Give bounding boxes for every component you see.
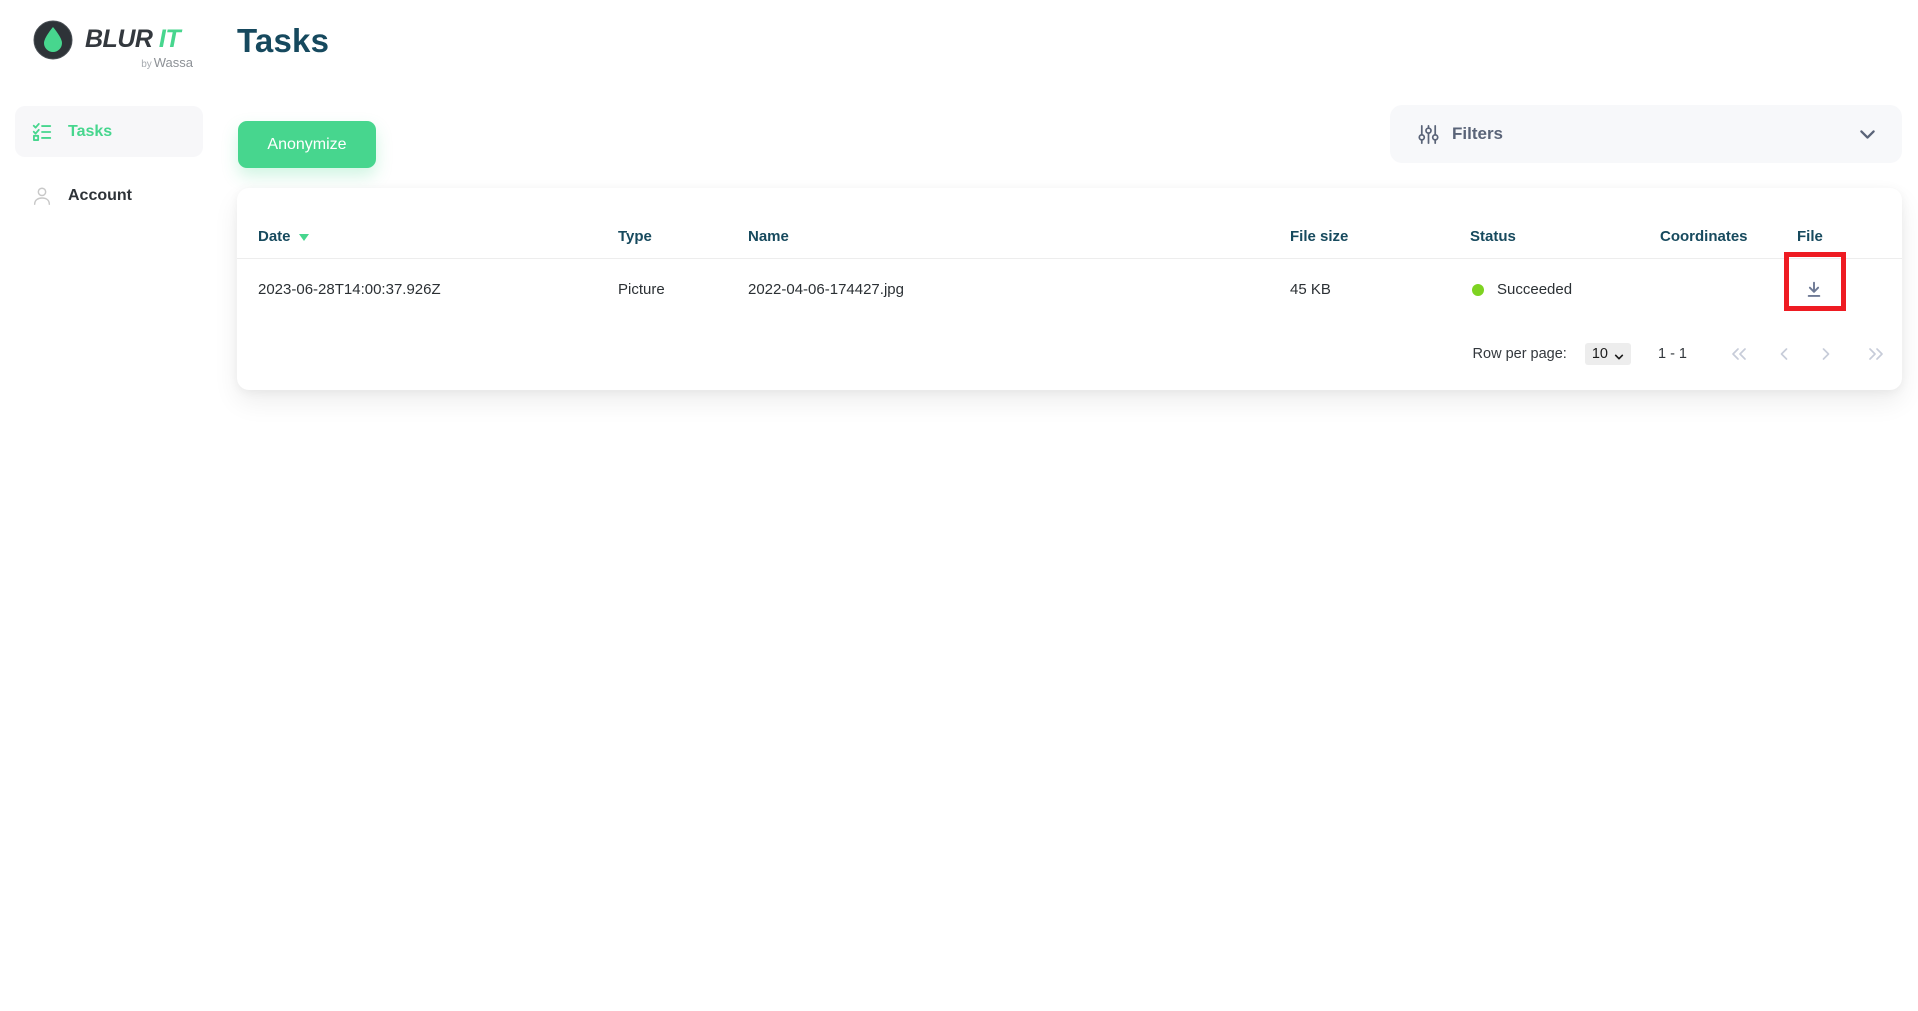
download-icon: [1803, 279, 1825, 301]
droplet-logo-icon: [33, 20, 73, 60]
sidebar-item-tasks[interactable]: Tasks: [15, 106, 203, 157]
rows-per-page-label: Row per page:: [1473, 346, 1567, 362]
sidebar-item-label: Account: [68, 187, 132, 205]
cell-file: [1797, 277, 1881, 303]
last-page-icon: [1866, 347, 1886, 361]
first-page-icon: [1729, 347, 1749, 361]
cell-name: 2022-04-06-174427.jpg: [748, 281, 1290, 298]
column-header-type: Type: [618, 228, 748, 245]
chevron-down-icon[interactable]: [1857, 124, 1878, 145]
filter-sliders-icon: [1417, 123, 1440, 146]
brand-byline: byWassa: [85, 55, 193, 70]
pagination-bar: Row per page: 10 1 - 1: [1473, 340, 1888, 368]
status-label: Succeeded: [1497, 281, 1572, 298]
table-header-row: Date Type Name File size Status Coordina…: [237, 188, 1902, 258]
cell-type: Picture: [618, 281, 748, 298]
first-page-button[interactable]: [1727, 346, 1751, 362]
rows-per-page-value: 10: [1592, 346, 1608, 362]
person-icon: [31, 185, 53, 207]
app-window: BLUR IT byWassa Tasks Tasks: [0, 0, 1918, 1011]
previous-page-icon: [1778, 347, 1790, 361]
column-header-file: File: [1797, 228, 1881, 245]
column-header-date[interactable]: Date: [258, 228, 618, 245]
brand-logo: BLUR IT byWassa: [33, 19, 203, 69]
column-header-status: Status: [1470, 228, 1660, 245]
status-dot-icon: [1472, 284, 1484, 296]
download-file-button[interactable]: [1801, 277, 1827, 303]
page-range-label: 1 - 1: [1658, 346, 1687, 362]
filters-label: Filters: [1452, 124, 1503, 144]
column-header-file-size: File size: [1290, 228, 1470, 245]
tasks-table-card: Date Type Name File size Status Coordina…: [237, 188, 1902, 390]
sidebar-item-account[interactable]: Account: [15, 170, 203, 221]
rows-per-page-select[interactable]: 10: [1585, 343, 1631, 365]
table-row: 2023-06-28T14:00:37.926Z Picture 2022-04…: [237, 258, 1902, 320]
last-page-button[interactable]: [1864, 346, 1888, 362]
filters-expander[interactable]: Filters: [1390, 105, 1902, 163]
checklist-icon: [31, 121, 53, 143]
column-header-name: Name: [748, 228, 1290, 245]
anonymize-button[interactable]: Anonymize: [238, 121, 376, 168]
brand-name-primary: BLUR: [85, 25, 152, 53]
next-page-button[interactable]: [1814, 346, 1838, 362]
sidebar-item-label: Tasks: [68, 123, 112, 141]
next-page-icon: [1820, 347, 1832, 361]
select-caret-icon: [1614, 349, 1624, 359]
cell-file-size: 45 KB: [1290, 281, 1470, 298]
brand-wordmark: BLUR IT: [85, 25, 180, 54]
column-header-coordinates: Coordinates: [1660, 228, 1797, 245]
previous-page-button[interactable]: [1772, 346, 1796, 362]
cell-status: Succeeded: [1470, 281, 1660, 298]
page-title: Tasks: [237, 22, 329, 60]
brand-name-accent: IT: [159, 25, 180, 53]
sort-desc-icon: [299, 234, 309, 241]
cell-date: 2023-06-28T14:00:37.926Z: [258, 281, 618, 298]
